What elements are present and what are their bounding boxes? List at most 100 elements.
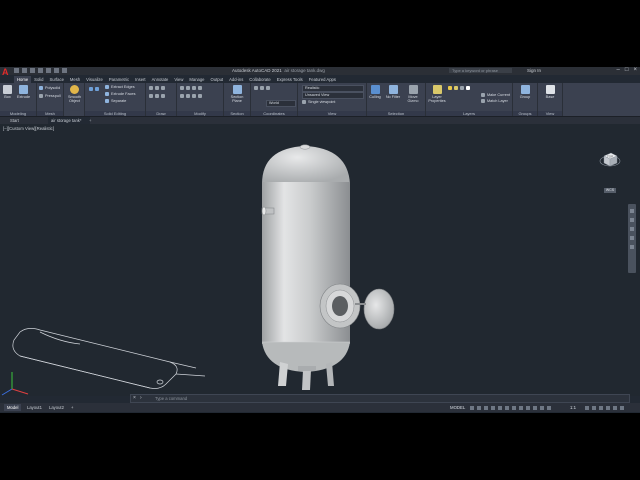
box-button[interactable]: Box bbox=[1, 85, 14, 99]
object-track-icon[interactable] bbox=[512, 406, 516, 410]
culling-button[interactable]: Culling bbox=[368, 85, 382, 99]
panel-label-view[interactable]: View bbox=[298, 111, 366, 116]
annotation-visibility-icon[interactable] bbox=[547, 406, 551, 410]
file-tab-drawing[interactable]: air storage tank* bbox=[48, 117, 90, 124]
group-button[interactable]: Group bbox=[517, 85, 533, 99]
tab-surface[interactable]: Surface bbox=[46, 76, 66, 83]
tab-annotate[interactable]: Annotate bbox=[149, 76, 172, 83]
model-space-button[interactable]: MODEL bbox=[450, 404, 465, 411]
panel-label-view2[interactable]: View bbox=[538, 111, 562, 116]
isolate-icon[interactable] bbox=[599, 406, 603, 410]
tab-featured-apps[interactable]: Featured Apps bbox=[306, 76, 339, 83]
add-layout-button[interactable]: + bbox=[68, 404, 76, 411]
file-tab-start[interactable]: Start bbox=[7, 117, 22, 124]
named-view-dropdown[interactable]: Unsaved View bbox=[302, 92, 364, 99]
minimize-icon[interactable]: – bbox=[617, 67, 620, 73]
layout2-tab[interactable]: Layout2 bbox=[46, 404, 67, 411]
undo-icon[interactable] bbox=[54, 68, 59, 73]
ucs-tools-row-1[interactable] bbox=[254, 86, 270, 90]
restore-icon[interactable]: □ bbox=[625, 67, 629, 73]
ucs-dropdown[interactable]: World bbox=[266, 100, 296, 107]
separate-button[interactable]: Separate bbox=[105, 99, 126, 103]
isodraft-icon[interactable] bbox=[498, 406, 502, 410]
customization-menu-icon[interactable] bbox=[620, 406, 624, 410]
move-gizmo-button[interactable]: Move Gizmo bbox=[405, 85, 421, 103]
clean-screen-icon[interactable] bbox=[613, 406, 617, 410]
search-input[interactable]: Type a keyword or phrase bbox=[449, 68, 512, 73]
gizmo-toggle-icon[interactable] bbox=[540, 406, 544, 410]
wcs-menu[interactable]: WCS bbox=[604, 188, 616, 193]
tab-output[interactable]: Output bbox=[208, 76, 227, 83]
layer-properties-button[interactable]: Layer Properties bbox=[428, 85, 446, 103]
tab-mesh[interactable]: Mesh bbox=[67, 76, 83, 83]
tab-visualize[interactable]: Visualize bbox=[83, 76, 106, 83]
annotation-scale[interactable]: 1:1 bbox=[570, 404, 576, 411]
panel-label-groups[interactable]: Groups bbox=[513, 111, 537, 116]
close-icon[interactable]: × bbox=[633, 67, 637, 73]
workspace-gear-icon[interactable] bbox=[585, 406, 589, 410]
osnap-icon[interactable] bbox=[505, 406, 509, 410]
panel-label-modeling[interactable]: Modeling bbox=[0, 111, 36, 116]
panel-label-selection[interactable]: Selection bbox=[367, 111, 425, 116]
new-tab-button[interactable]: + bbox=[86, 117, 94, 124]
panel-label-coordinates[interactable]: Coordinates bbox=[251, 111, 297, 116]
base-button[interactable]: Base bbox=[542, 85, 558, 99]
draw-tools-row-1[interactable] bbox=[149, 86, 165, 90]
autocad-logo[interactable]: A bbox=[2, 68, 10, 78]
panel-label-modify[interactable]: Modify bbox=[177, 111, 223, 116]
polysolid-button[interactable]: Polysolid bbox=[39, 86, 60, 90]
modify-tools-row-2[interactable] bbox=[180, 94, 202, 98]
lineweight-icon[interactable] bbox=[519, 406, 523, 410]
panel-label-mesh[interactable]: Mesh bbox=[37, 111, 63, 116]
command-input[interactable]: Type a command bbox=[155, 395, 187, 402]
zoom-icon[interactable] bbox=[630, 227, 634, 231]
close-command-line-icon[interactable]: × bbox=[133, 395, 136, 402]
drawing-viewport[interactable]: [–][Custom View][Realistic] TOP WCS × › … bbox=[0, 124, 640, 403]
make-current-button[interactable]: Make Current bbox=[481, 93, 510, 97]
tab-add-ins[interactable]: Add-ins bbox=[226, 76, 246, 83]
tab-solid[interactable]: Solid bbox=[31, 76, 46, 83]
polar-icon[interactable] bbox=[491, 406, 495, 410]
smooth-object-button[interactable]: Smooth Object bbox=[67, 85, 82, 103]
presspull-button[interactable]: Presspull bbox=[39, 94, 61, 98]
tab-home[interactable]: Home bbox=[14, 76, 32, 83]
steering-wheel-icon[interactable] bbox=[630, 209, 634, 213]
sign-in-button[interactable]: Sign In bbox=[527, 68, 541, 73]
extrude-faces-button[interactable]: Extrude Faces bbox=[105, 92, 135, 96]
tab-collaborate[interactable]: Collaborate bbox=[246, 76, 273, 83]
transparency-icon[interactable] bbox=[526, 406, 530, 410]
viewcube[interactable]: TOP bbox=[599, 148, 621, 170]
tab-parametric[interactable]: Parametric bbox=[106, 76, 132, 83]
new-icon[interactable] bbox=[14, 68, 19, 73]
tab-view[interactable]: View bbox=[171, 76, 186, 83]
save-as-icon[interactable] bbox=[38, 68, 43, 73]
selection-cycling-icon[interactable] bbox=[533, 406, 537, 410]
tab-insert[interactable]: Insert bbox=[132, 76, 148, 83]
redo-icon[interactable] bbox=[62, 68, 67, 73]
single-viewpoint-button[interactable]: Single viewpoint bbox=[302, 100, 335, 104]
pan-icon[interactable] bbox=[630, 218, 634, 222]
tab-manage[interactable]: Manage bbox=[186, 76, 207, 83]
showmotion-icon[interactable] bbox=[630, 245, 634, 249]
modify-tools-row-1[interactable] bbox=[180, 86, 202, 90]
extract-edges-button[interactable]: Extract Edges bbox=[105, 85, 135, 89]
grid-icon[interactable] bbox=[470, 406, 474, 410]
wireframe-tank[interactable] bbox=[12, 328, 206, 389]
section-plane-button[interactable]: Section Plane bbox=[229, 85, 245, 103]
air-storage-tank-model[interactable] bbox=[261, 144, 395, 390]
panel-label-solid-editing[interactable]: Solid Editing bbox=[85, 111, 145, 116]
layer-state-row[interactable] bbox=[448, 86, 470, 90]
model-tab[interactable]: Model bbox=[4, 404, 22, 411]
extrude-button[interactable]: Extrude bbox=[17, 85, 30, 99]
plus-icon[interactable] bbox=[592, 406, 596, 410]
save-icon[interactable] bbox=[30, 68, 35, 73]
panel-label-layers[interactable]: Layers bbox=[426, 111, 512, 116]
visual-style-dropdown[interactable]: Realistic bbox=[302, 85, 364, 92]
customize-icon[interactable]: › bbox=[140, 395, 142, 402]
orbit-icon[interactable] bbox=[630, 236, 634, 240]
panel-label-section[interactable]: Section bbox=[224, 111, 250, 116]
match-layer-button[interactable]: Match Layer bbox=[481, 99, 508, 103]
plot-icon[interactable] bbox=[46, 68, 51, 73]
hardware-acceleration-icon[interactable] bbox=[606, 406, 610, 410]
open-icon[interactable] bbox=[22, 68, 27, 73]
